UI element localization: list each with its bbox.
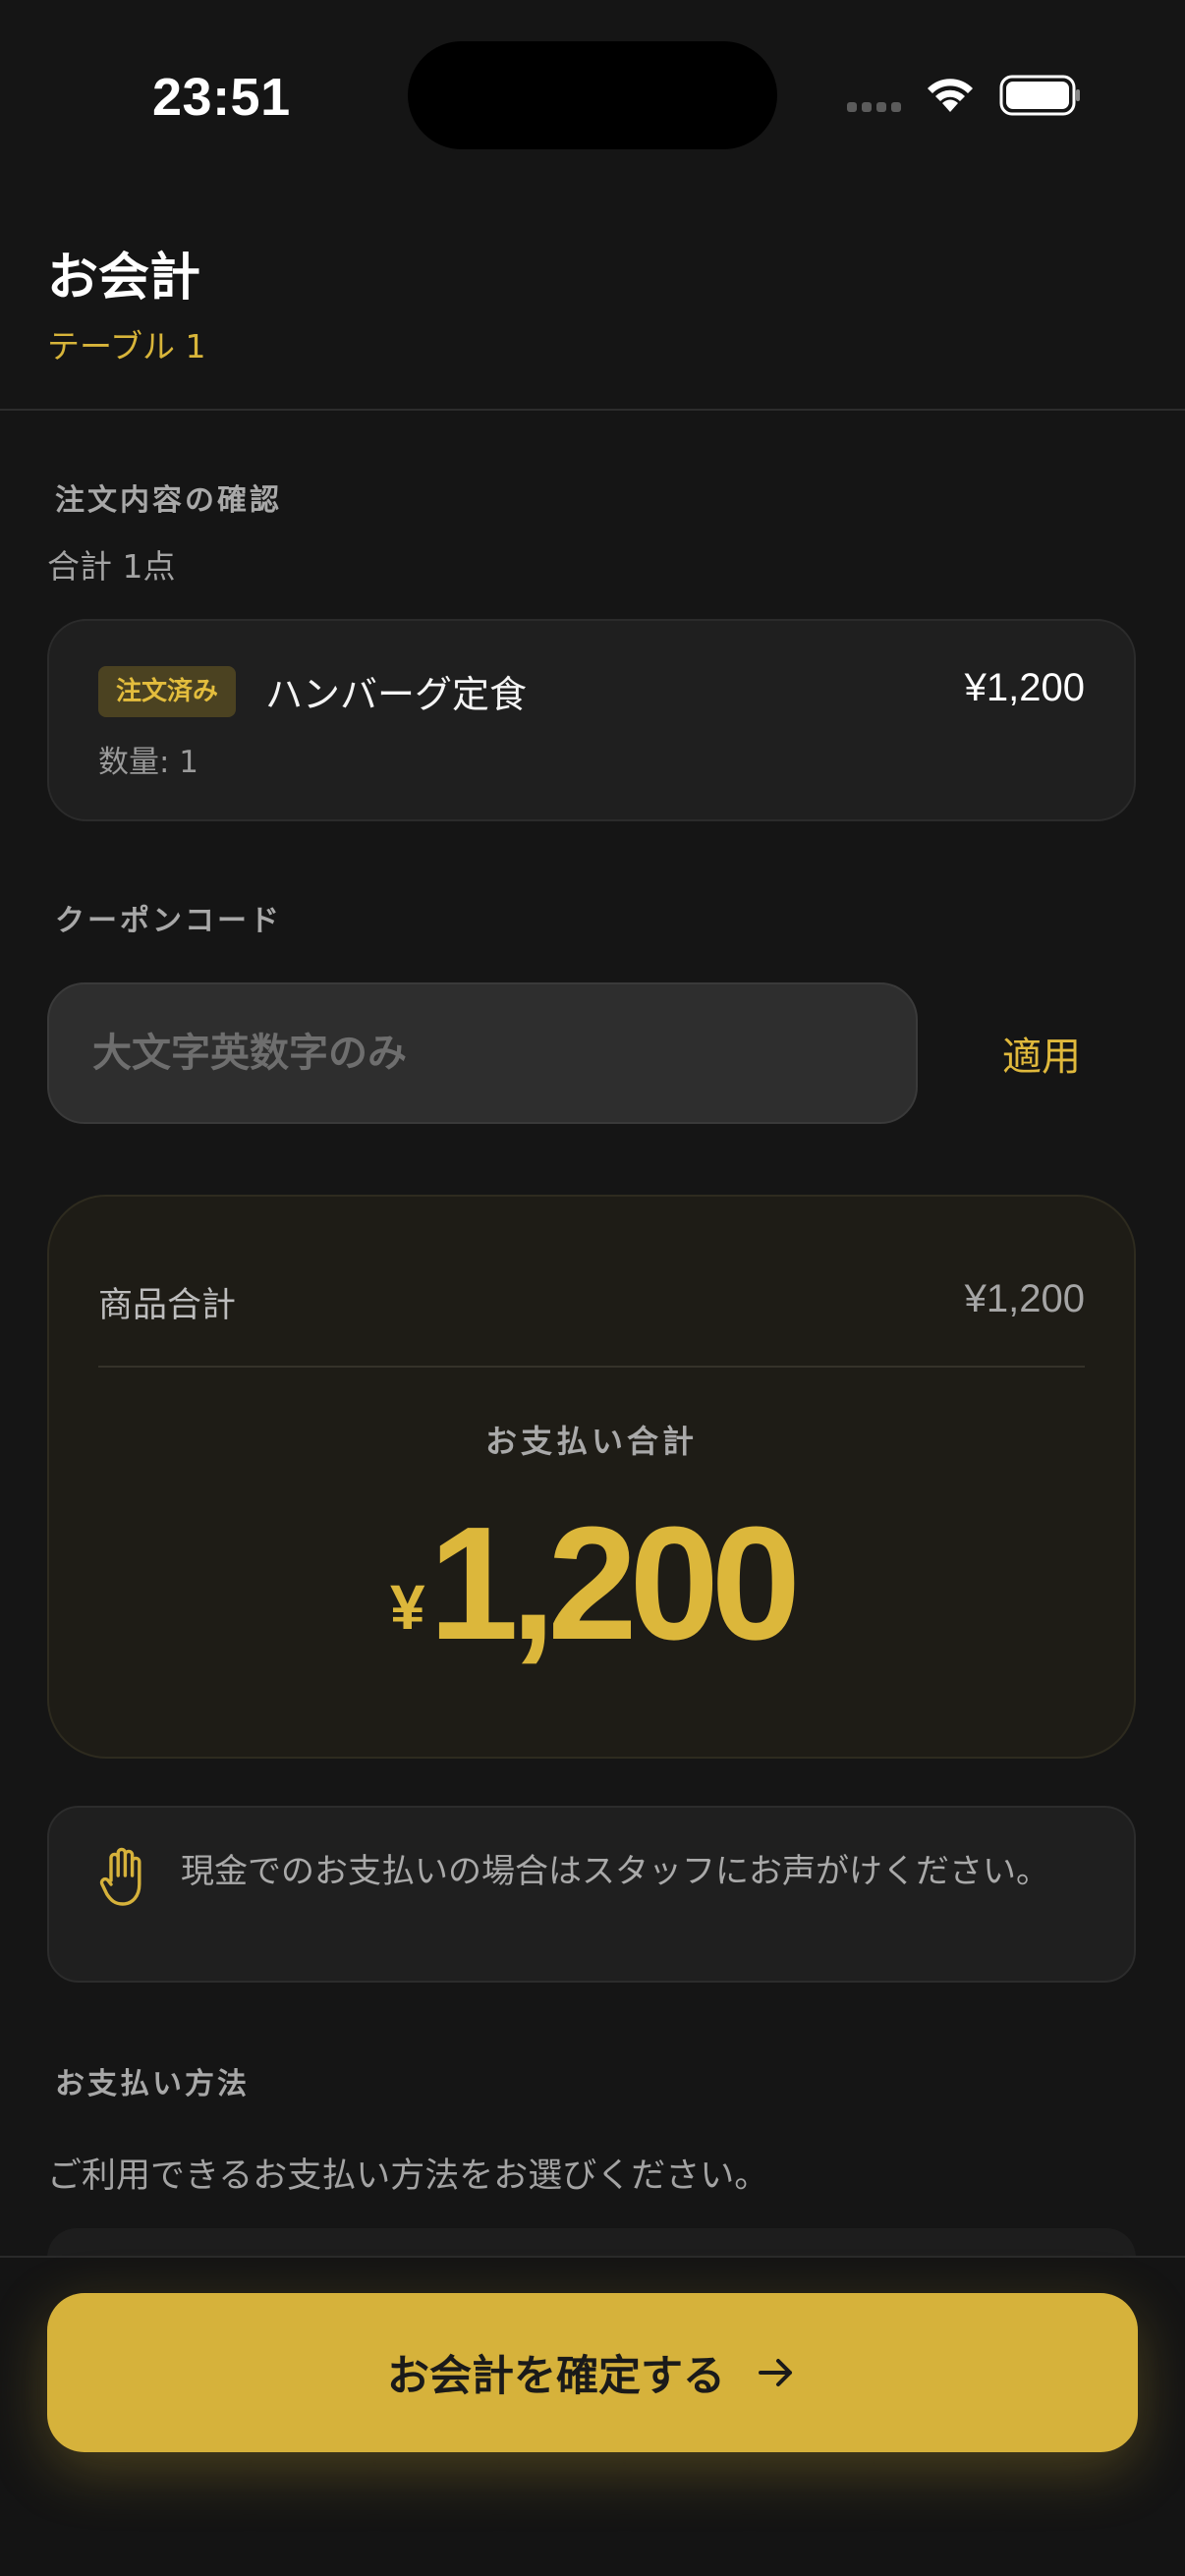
hand-icon [99,1847,141,1906]
header-divider [0,409,1185,411]
total-amount-value: 1,200 [428,1493,801,1673]
arrow-right-icon [759,2359,792,2386]
order-item-name: ハンバーグ定食 [265,673,528,716]
order-count: 合計 1点 [47,547,176,586]
cellular-signal-icon [847,102,901,112]
table-label: テーブル 1 [47,327,206,365]
payment-method-section-label: お支払い方法 [55,2067,250,2101]
page-title: お会計 [47,249,201,308]
confirm-checkout-label: お会計を確定する [387,2352,725,2401]
payment-summary-card: 商品合計 ¥1,200 お支払い合計 ¥1,200 [47,1195,1136,1759]
cash-notice-text: 現金でのお支払いの場合はスタッフにお声がけください。 [181,1852,1049,1891]
total-amount: ¥1,200 [49,1491,1134,1676]
status-time: 23:51 [152,68,291,127]
checkout-footer: お会計を確定する [0,2256,1185,2576]
battery-icon [999,75,1080,116]
wifi-icon [928,79,973,112]
payment-method-description: ご利用できるお支払い方法をお選びください。 [47,2156,769,2196]
coupon-code-input[interactable] [47,982,918,1124]
order-item-quantity: 数量: 1 [98,745,199,780]
ordered-status-badge: 注文済み [98,666,237,717]
cash-payment-notice: 現金でのお支払いの場合はスタッフにお声がけください。 [47,1806,1136,1983]
apply-coupon-button[interactable]: 適用 [953,982,1130,1124]
status-bar: 23:51 [0,0,1185,187]
total-currency-symbol: ¥ [390,1572,425,1643]
summary-divider [98,1366,1085,1368]
subtotal-value: ¥1,200 [964,1277,1085,1320]
coupon-section-label: クーポンコード [55,904,282,938]
order-item-price: ¥1,200 [964,666,1085,709]
order-item-card: 注文済み ハンバーグ定食 ¥1,200 数量: 1 [47,619,1136,821]
order-section-label: 注文内容の確認 [55,483,282,518]
confirm-checkout-button[interactable]: お会計を確定する [47,2293,1138,2452]
total-label: お支払い合計 [484,1423,698,1460]
subtotal-label: 商品合計 [98,1286,237,1325]
dynamic-island [408,41,777,149]
